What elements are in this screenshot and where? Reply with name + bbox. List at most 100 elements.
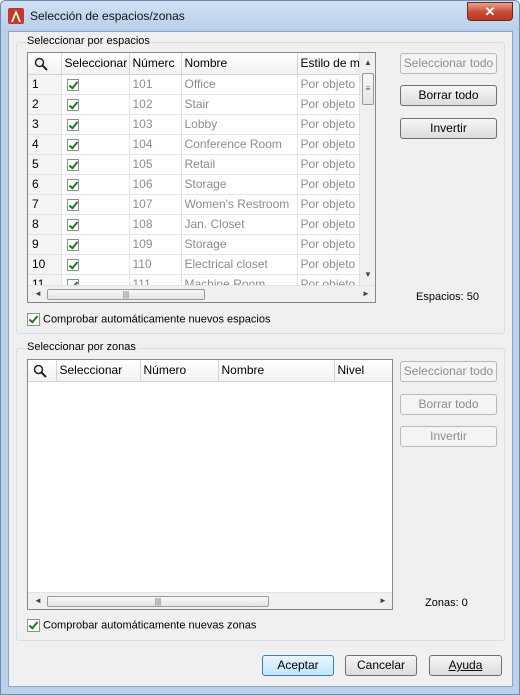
column-header-name[interactable]: Nombre xyxy=(181,53,298,75)
row-select-checkbox[interactable] xyxy=(61,214,130,235)
row-select-checkbox[interactable] xyxy=(61,254,130,275)
spaces-invert-button[interactable]: Invertir xyxy=(400,118,497,139)
select-checkbox[interactable] xyxy=(66,218,79,231)
row-name-cell: Conference Room xyxy=(181,134,298,155)
spaces-table: Seleccionar Númerc Nombre Estilo de mate… xyxy=(28,53,375,295)
spaces-table-row[interactable]: 8 108 Jan. Closet Por objeto xyxy=(28,214,375,235)
row-number: 6 xyxy=(28,174,62,195)
row-select-checkbox[interactable] xyxy=(61,114,130,135)
select-checkbox[interactable] xyxy=(66,98,79,111)
spaces-table-row[interactable]: 9 109 Storage Por objeto xyxy=(28,234,375,255)
zones-horizontal-scrollbar[interactable]: ◄ ||| ► xyxy=(28,592,392,609)
column-header-select[interactable]: Seleccionar xyxy=(61,53,130,75)
column-header-number[interactable]: Númerc xyxy=(129,53,182,75)
zones-column-header-number[interactable]: Número xyxy=(140,360,219,382)
spaces-grid: Seleccionar Númerc Nombre Estilo de mate… xyxy=(27,52,376,303)
window-title: Selección de espacios/zonas xyxy=(30,9,185,23)
row-name-cell: Office xyxy=(181,74,298,95)
spaces-clear-all-button[interactable]: Borrar todo xyxy=(400,85,497,106)
row-number-cell: 101 xyxy=(129,74,182,95)
scroll-right-arrow-icon[interactable]: ► xyxy=(375,593,391,609)
spaces-table-row[interactable]: 3 103 Lobby Por objeto xyxy=(28,114,375,135)
row-number-cell: 107 xyxy=(129,194,182,215)
dialog-window: Selección de espacios/zonas ✕ Selecciona… xyxy=(0,0,520,695)
spaces-table-row[interactable]: 10 110 Electrical closet Por objeto xyxy=(28,254,375,275)
zones-column-header-select[interactable]: Seleccionar xyxy=(56,360,141,382)
row-name-cell: Jan. Closet xyxy=(181,214,298,235)
zones-search-header[interactable] xyxy=(28,360,57,382)
zones-column-header-level[interactable]: Nivel xyxy=(334,360,392,382)
select-checkbox[interactable] xyxy=(66,198,79,211)
spaces-table-row[interactable]: 7 107 Women's Restroom Por objeto xyxy=(28,194,375,215)
scroll-up-arrow-icon[interactable]: ▲ xyxy=(360,55,375,71)
row-number-cell: 110 xyxy=(129,254,182,275)
cancel-button[interactable]: Cancelar xyxy=(345,655,417,676)
search-icon[interactable] xyxy=(34,57,48,71)
row-number: 4 xyxy=(28,134,62,155)
row-name-cell: Electrical closet xyxy=(181,254,298,275)
row-select-checkbox[interactable] xyxy=(61,174,130,195)
zones-column-header-name[interactable]: Nombre xyxy=(218,360,335,382)
row-name-cell: Retail xyxy=(181,154,298,175)
row-select-checkbox[interactable] xyxy=(61,134,130,155)
zones-group-label: Seleccionar por zonas xyxy=(25,341,138,353)
spaces-table-row[interactable]: 4 104 Conference Room Por objeto xyxy=(28,134,375,155)
close-button[interactable]: ✕ xyxy=(467,2,513,21)
zones-invert-button[interactable]: Invertir xyxy=(400,426,497,447)
spaces-search-header[interactable] xyxy=(28,53,62,75)
dialog-client-area: Seleccionar por espacios Seleccionar Núm… xyxy=(8,31,513,687)
auto-check-zones-checkbox[interactable] xyxy=(27,619,40,632)
row-number: 2 xyxy=(28,94,62,115)
select-checkbox[interactable] xyxy=(66,158,79,171)
row-select-checkbox[interactable] xyxy=(61,234,130,255)
row-number-cell: 108 xyxy=(129,214,182,235)
row-select-checkbox[interactable] xyxy=(61,94,130,115)
select-checkbox[interactable] xyxy=(66,138,79,151)
row-number: 9 xyxy=(28,234,62,255)
scroll-right-arrow-icon[interactable]: ► xyxy=(358,286,374,302)
auto-check-zones[interactable]: Comprobar automáticamente nuevas zonas xyxy=(27,619,256,632)
spaces-table-row[interactable]: 5 105 Retail Por objeto xyxy=(28,154,375,175)
zones-clear-all-button[interactable]: Borrar todo xyxy=(400,394,497,415)
title-bar[interactable]: Selección de espacios/zonas ✕ xyxy=(1,1,519,31)
scroll-left-arrow-icon[interactable]: ◄ xyxy=(30,286,46,302)
select-checkbox[interactable] xyxy=(66,258,79,271)
autocad-app-icon xyxy=(8,8,24,24)
row-number-cell: 103 xyxy=(129,114,182,135)
select-checkbox[interactable] xyxy=(66,238,79,251)
select-checkbox[interactable] xyxy=(66,118,79,131)
row-number-cell: 105 xyxy=(129,154,182,175)
row-select-checkbox[interactable] xyxy=(61,74,130,95)
row-number-cell: 102 xyxy=(129,94,182,115)
row-select-checkbox[interactable] xyxy=(61,154,130,175)
vertical-scroll-thumb[interactable]: ≡ xyxy=(362,73,374,105)
auto-check-zones-label: Comprobar automáticamente nuevas zonas xyxy=(43,619,257,632)
row-name-cell: Storage xyxy=(181,234,298,255)
spaces-table-row[interactable]: 1 101 Office Por objeto xyxy=(28,74,375,95)
select-checkbox[interactable] xyxy=(66,78,79,91)
help-button[interactable]: Ayuda xyxy=(429,655,502,676)
auto-check-spaces-checkbox[interactable] xyxy=(27,313,40,326)
spaces-table-row[interactable]: 6 106 Storage Por objeto xyxy=(28,174,375,195)
scroll-down-arrow-icon[interactable]: ▼ xyxy=(360,267,375,283)
horizontal-scroll-thumb[interactable]: ||| xyxy=(47,289,205,300)
scroll-left-arrow-icon[interactable]: ◄ xyxy=(30,593,46,609)
zones-count: Zonas: 0 xyxy=(425,597,468,609)
horizontal-scroll-thumb[interactable]: ||| xyxy=(47,596,269,607)
zones-select-all-button[interactable]: Seleccionar todo xyxy=(400,361,497,382)
spaces-select-all-button[interactable]: Seleccionar todo xyxy=(400,53,497,74)
row-number-cell: 106 xyxy=(129,174,182,195)
spaces-horizontal-scrollbar[interactable]: ◄ ||| ► xyxy=(28,285,375,302)
row-number-cell: 104 xyxy=(129,134,182,155)
spaces-group-label: Seleccionar por espacios xyxy=(25,35,152,47)
select-checkbox[interactable] xyxy=(66,178,79,191)
close-icon: ✕ xyxy=(484,4,496,19)
spaces-vertical-scrollbar[interactable]: ▲ ≡ ▼ xyxy=(359,53,375,285)
row-select-checkbox[interactable] xyxy=(61,194,130,215)
row-name-cell: Storage xyxy=(181,174,298,195)
ok-button[interactable]: Aceptar xyxy=(262,655,334,676)
zones-table: Seleccionar Número Nombre Nivel xyxy=(28,360,392,382)
search-icon[interactable] xyxy=(33,364,47,378)
auto-check-spaces[interactable]: Comprobar automáticamente nuevos espacio… xyxy=(27,313,270,326)
spaces-table-row[interactable]: 2 102 Stair Por objeto xyxy=(28,94,375,115)
